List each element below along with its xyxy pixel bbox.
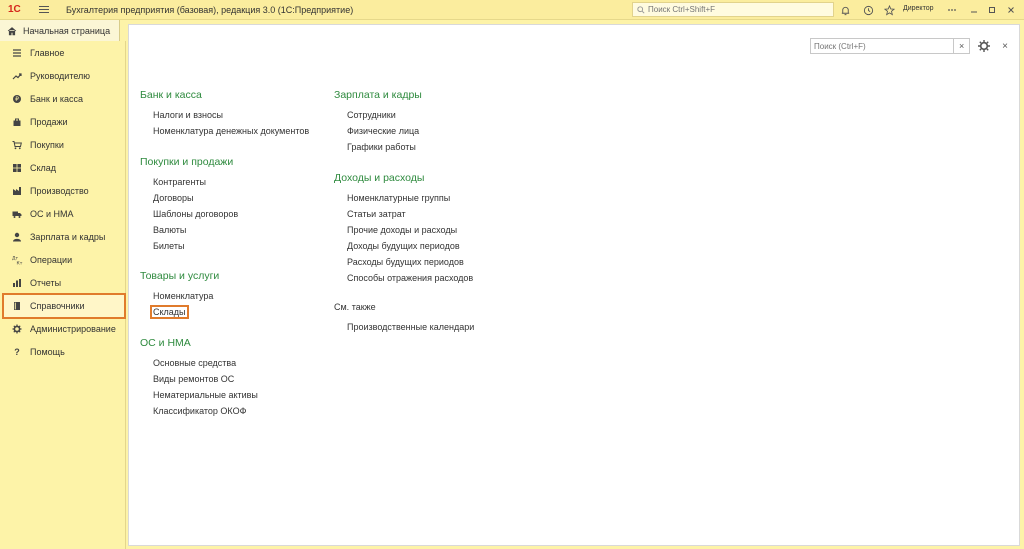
sidebar-item-label: Справочники	[30, 301, 85, 311]
section-title-income-expenses: Доходы и расходы	[334, 172, 425, 184]
section-title-salary: Зарплата и кадры	[334, 89, 422, 101]
person-icon	[10, 230, 24, 244]
main-menu-icon[interactable]	[36, 3, 54, 17]
link-counterparties[interactable]: Контрагенты	[153, 177, 206, 187]
sidebar-item-label: Администрирование	[30, 324, 116, 334]
sidebar-item-bank[interactable]: ₽ Банк и касса	[4, 88, 124, 110]
sidebar-item-label: Зарплата и кадры	[30, 232, 106, 242]
bell-icon[interactable]	[838, 3, 852, 17]
trend-icon	[10, 69, 24, 83]
link-nomenclature[interactable]: Номенклатура	[153, 291, 213, 301]
sidebar-item-purchases[interactable]: Покупки	[4, 134, 124, 156]
link-fixed-assets[interactable]: Основные средства	[153, 358, 236, 368]
sidebar: Главное Руководителю ₽ Банк и касса Прод…	[0, 41, 126, 549]
section-title-purchases-sales: Покупки и продажи	[140, 156, 234, 168]
sidebar-item-production[interactable]: Производство	[4, 180, 124, 202]
sidebar-item-label: Склад	[30, 163, 57, 173]
sidebar-item-administration[interactable]: Администрирование	[4, 318, 124, 340]
more-icon[interactable]	[945, 3, 959, 17]
see-also-title: См. также	[334, 302, 376, 312]
cart-icon	[10, 138, 24, 152]
minimize-icon[interactable]	[967, 3, 981, 17]
sidebar-item-label: Руководителю	[30, 71, 91, 81]
svg-text:Кт: Кт	[16, 261, 22, 266]
link-repair-types[interactable]: Виды ремонтов ОС	[153, 374, 234, 384]
link-warehouses[interactable]: Склады	[150, 305, 189, 319]
sidebar-item-manager[interactable]: Руководителю	[4, 65, 124, 87]
book-icon	[10, 299, 24, 313]
link-currencies[interactable]: Валюты	[153, 225, 186, 235]
link-intangible-assets[interactable]: Нематериальные активы	[153, 390, 258, 400]
sidebar-item-main[interactable]: Главное	[4, 42, 124, 64]
global-search-field[interactable]	[632, 2, 834, 17]
section-title-fixed-assets: ОС и НМА	[140, 337, 191, 349]
sidebar-item-reports[interactable]: Отчеты	[4, 272, 124, 294]
tab-home-label: Начальная страница	[23, 25, 111, 36]
sidebar-item-label: Помощь	[30, 347, 65, 357]
clear-search-icon[interactable]: ×	[953, 39, 969, 53]
link-nomenclature-groups[interactable]: Номенклатурные группы	[347, 193, 450, 203]
warehouse-icon	[10, 161, 24, 175]
menu-list-icon	[10, 46, 24, 60]
title-bar: 1С Бухгалтерия предприятия (базовая), ре…	[0, 0, 1024, 20]
section-title-bank: Банк и касса	[140, 89, 202, 101]
link-money-docs-nomenclature[interactable]: Номенклатура денежных документов	[153, 126, 309, 136]
truck-icon	[10, 207, 24, 221]
search-icon	[637, 5, 645, 14]
link-contracts[interactable]: Договоры	[153, 193, 193, 203]
current-user[interactable]: Директор	[903, 5, 934, 12]
link-taxes[interactable]: Налоги и взносы	[153, 110, 223, 120]
sidebar-item-label: Производство	[30, 186, 89, 196]
sidebar-item-label: Покупки	[30, 140, 64, 150]
panel-search-field[interactable]: ×	[810, 38, 970, 54]
link-individuals[interactable]: Физические лица	[347, 126, 419, 136]
sidebar-item-fixed-assets[interactable]: ОС и НМА	[4, 203, 124, 225]
sidebar-item-help[interactable]: ? Помощь	[4, 341, 124, 363]
link-work-schedules[interactable]: Графики работы	[347, 142, 416, 152]
dt-kt-icon: Дт Кт	[10, 253, 24, 267]
factory-icon	[10, 184, 24, 198]
directories-panel: × × Банк и касса Налоги и взносы Номенкл…	[128, 24, 1020, 546]
tab-home[interactable]: Начальная страница	[0, 20, 120, 41]
sidebar-item-sales[interactable]: Продажи	[4, 111, 124, 133]
star-icon[interactable]	[882, 3, 896, 17]
link-cost-items[interactable]: Статьи затрат	[347, 209, 406, 219]
link-employees[interactable]: Сотрудники	[347, 110, 396, 120]
sidebar-item-label: Операции	[30, 255, 73, 265]
settings-gear-icon[interactable]	[977, 39, 991, 53]
panel-search-input[interactable]	[814, 41, 954, 51]
gear-icon	[10, 322, 24, 336]
global-search-input[interactable]	[648, 5, 828, 14]
sidebar-item-label: ОС и НМА	[30, 209, 74, 219]
section-title-goods-services: Товары и услуги	[140, 270, 220, 282]
question-icon: ?	[14, 347, 20, 357]
close-panel-icon[interactable]: ×	[999, 39, 1011, 53]
link-deferred-expenses[interactable]: Расходы будущих периодов	[347, 257, 464, 267]
sidebar-item-operations[interactable]: Дт Кт Операции	[4, 249, 124, 271]
link-deferred-income[interactable]: Доходы будущих периодов	[347, 241, 460, 251]
link-production-calendars[interactable]: Производственные календари	[347, 322, 474, 332]
link-other-income-expenses[interactable]: Прочие доходы и расходы	[347, 225, 457, 235]
link-tickets[interactable]: Билеты	[153, 241, 184, 251]
close-window-icon[interactable]	[1004, 3, 1018, 17]
restore-icon[interactable]	[985, 3, 999, 17]
sidebar-item-directories[interactable]: Справочники	[2, 293, 126, 319]
coin-icon: ₽	[10, 92, 24, 106]
home-icon	[7, 26, 17, 35]
sidebar-item-label: Банк и касса	[30, 94, 83, 104]
sidebar-item-salary[interactable]: Зарплата и кадры	[4, 226, 124, 248]
app-logo: 1С	[8, 3, 21, 15]
chart-icon	[10, 276, 24, 290]
sidebar-item-warehouse[interactable]: Склад	[4, 157, 124, 179]
sidebar-item-label: Главное	[30, 48, 65, 58]
bag-icon	[10, 115, 24, 129]
link-okof-classifier[interactable]: Классификатор ОКОФ	[153, 406, 246, 416]
link-contract-templates[interactable]: Шаблоны договоров	[153, 209, 238, 219]
history-icon[interactable]	[861, 3, 875, 17]
svg-text:₽: ₽	[15, 96, 19, 103]
link-expense-reflection[interactable]: Способы отражения расходов	[347, 273, 473, 283]
app-title: Бухгалтерия предприятия (базовая), редак…	[66, 4, 354, 15]
sidebar-item-label: Отчеты	[30, 278, 62, 288]
sidebar-item-label: Продажи	[30, 117, 68, 127]
